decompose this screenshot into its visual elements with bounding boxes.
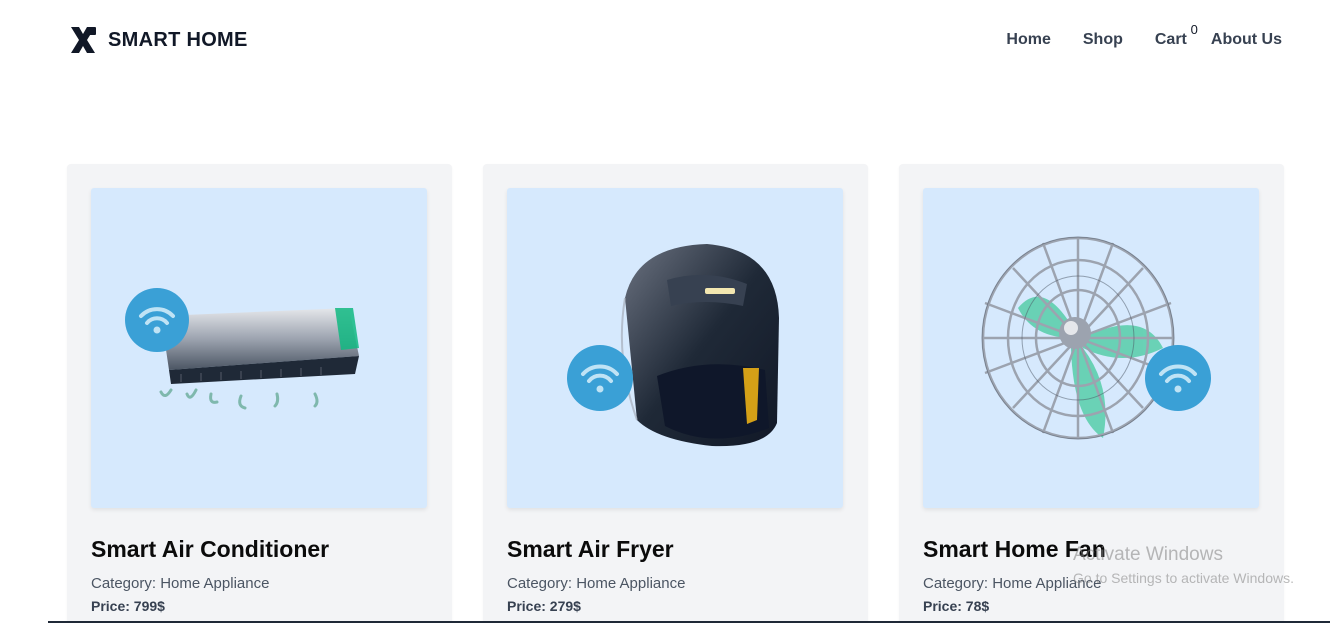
nav-home[interactable]: Home	[1006, 31, 1050, 49]
nav-cart-label: Cart	[1154, 31, 1187, 48]
product-title[interactable]: Smart Home Fan	[923, 536, 1260, 563]
product-grid: Smart Air Conditioner Category: Home App…	[67, 164, 1284, 623]
air-fryer-icon	[567, 244, 779, 447]
product-price: Price: 799$	[91, 598, 165, 614]
product-category: Category: Home Appliance	[91, 575, 270, 592]
product-category: Category: Home Appliance	[923, 575, 1102, 592]
product-title[interactable]: Smart Air Fryer	[507, 536, 844, 563]
product-price: Price: 78$	[923, 598, 990, 614]
product-title[interactable]: Smart Air Conditioner	[91, 536, 428, 563]
nav-about-us[interactable]: About Us	[1211, 31, 1282, 49]
product-image[interactable]	[91, 188, 427, 508]
product-image[interactable]	[923, 188, 1259, 508]
product-category: Category: Home Appliance	[507, 575, 686, 592]
product-card[interactable]: Smart Air Conditioner Category: Home App…	[67, 164, 452, 623]
product-card[interactable]: Smart Air Fryer Category: Home Appliance…	[483, 164, 868, 623]
brand-link[interactable]: SMART HOME	[68, 26, 248, 54]
nav-cart[interactable]: Cart 0	[1154, 22, 1198, 49]
product-card[interactable]: Smart Home Fan Category: Home Appliance …	[899, 164, 1284, 623]
main-nav: Home Shop Cart 0 About Us	[1006, 22, 1282, 49]
fan-icon	[981, 236, 1211, 440]
brand-name: SMART HOME	[108, 28, 248, 51]
page: SMART HOME Home Shop Cart 0 About Us Sma…	[0, 0, 1330, 623]
product-price: Price: 279$	[507, 598, 581, 614]
cart-count-badge: 0	[1190, 22, 1198, 37]
site-header: SMART HOME Home Shop Cart 0 About Us	[0, 0, 1330, 82]
air-conditioner-icon	[125, 288, 359, 410]
nav-shop[interactable]: Shop	[1083, 31, 1123, 49]
product-image[interactable]	[507, 188, 843, 508]
x-logo-icon	[68, 26, 98, 54]
